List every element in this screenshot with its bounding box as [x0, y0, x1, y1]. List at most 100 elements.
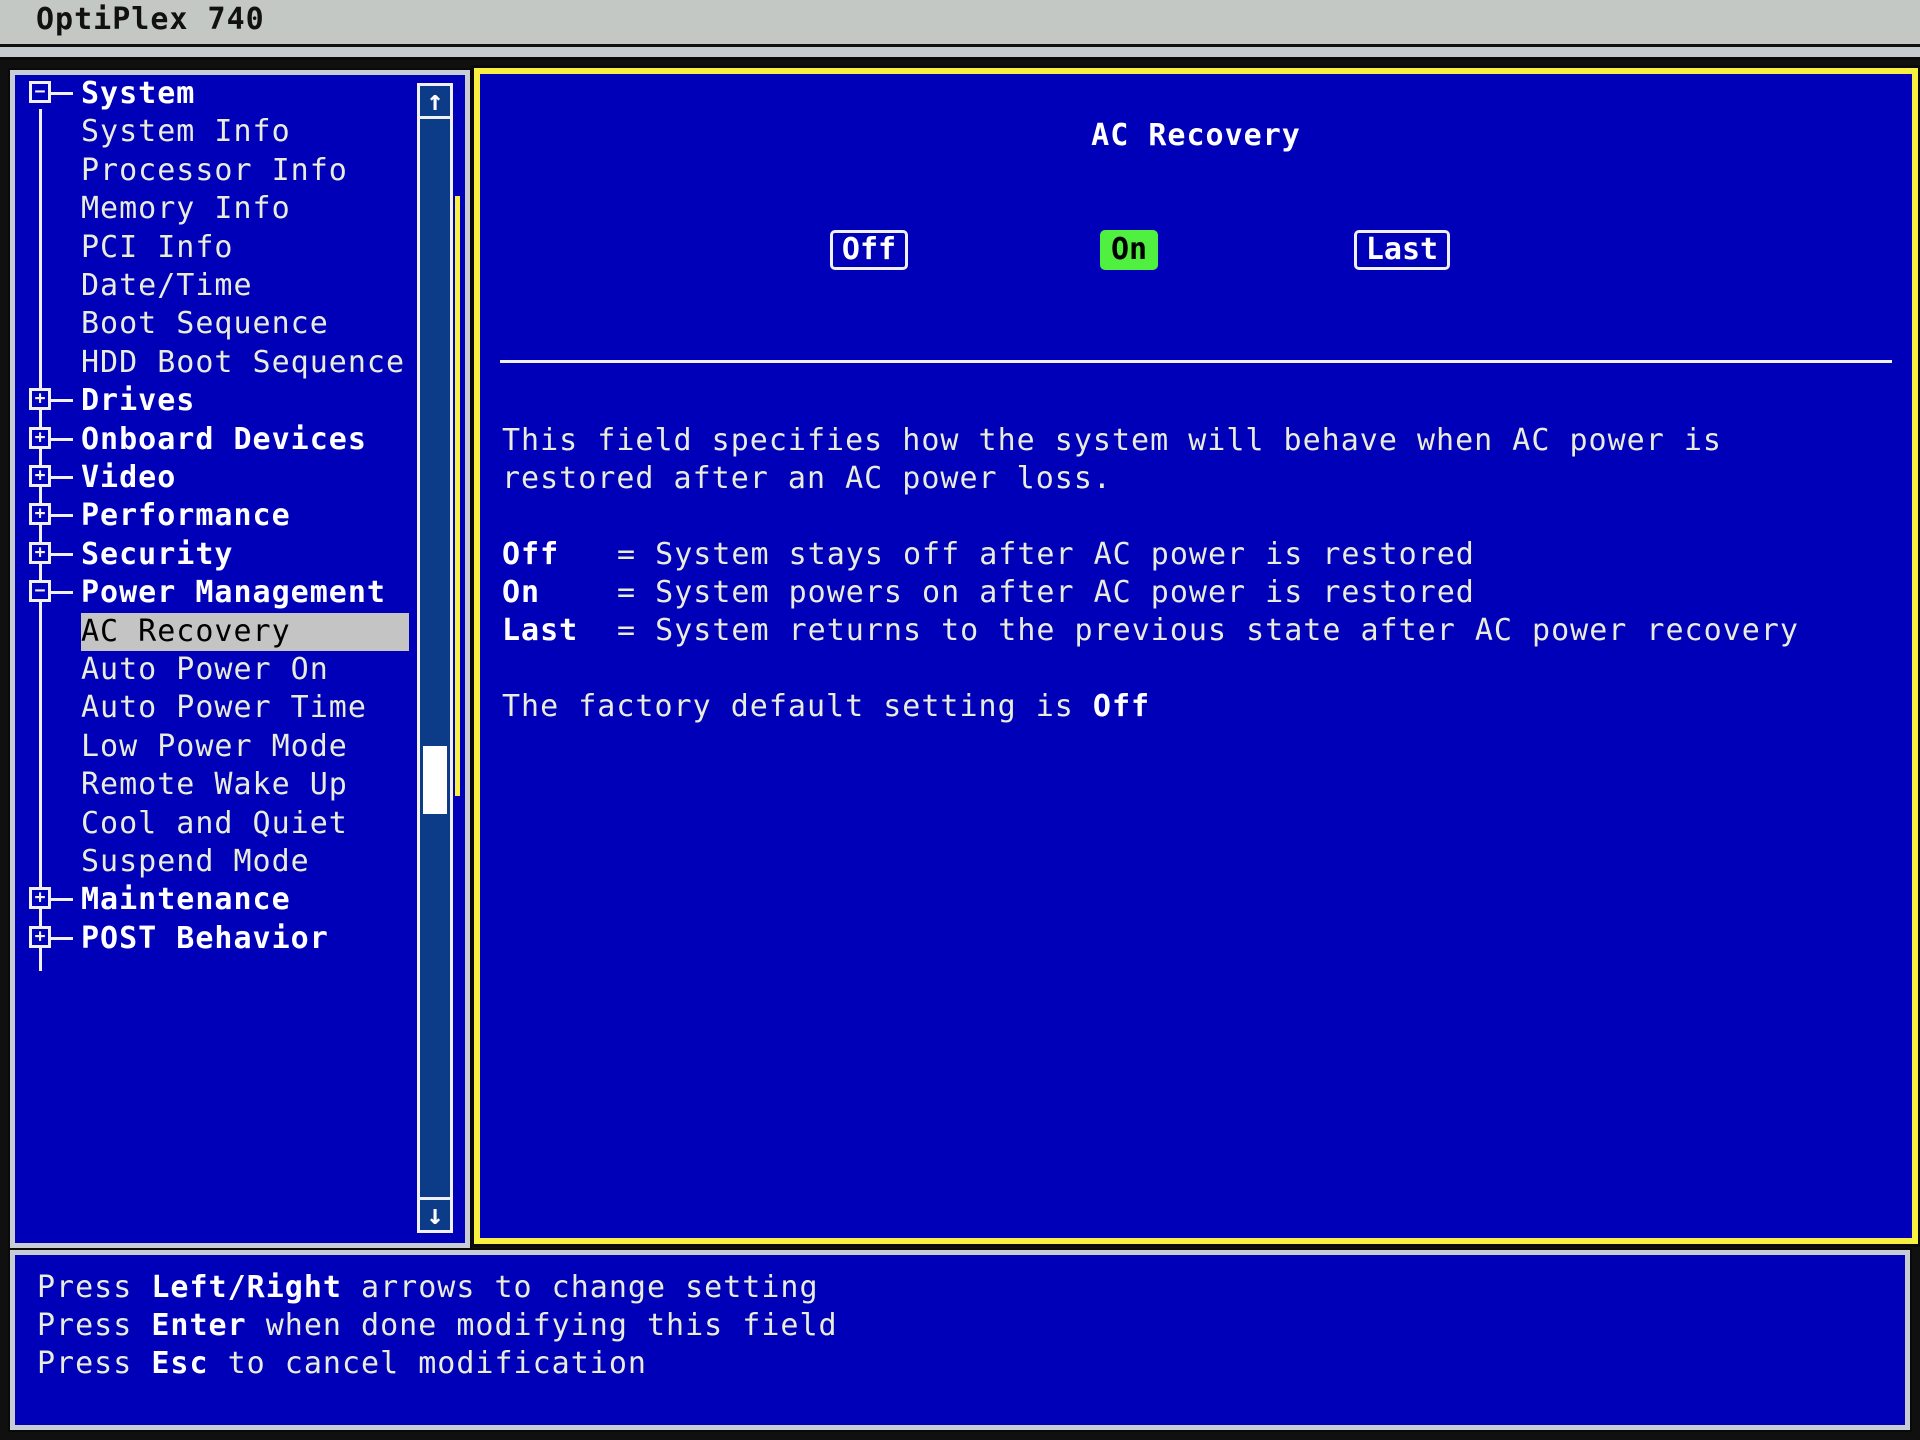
- tree-item[interactable]: Low Power Mode: [15, 728, 415, 766]
- tree-item-label: HDD Boot Sequence: [81, 344, 406, 380]
- tree-item[interactable]: Remote Wake Up: [15, 766, 415, 804]
- panel-border-highlight: [455, 196, 460, 796]
- key-hints-panel: Press Left/Right arrows to change settin…: [10, 1250, 1910, 1430]
- hint-prefix: Press: [37, 1308, 152, 1343]
- tree-item-label: Auto Power Time: [81, 690, 367, 726]
- tree-item-label: Drives: [81, 383, 196, 419]
- expand-icon[interactable]: +: [29, 541, 51, 564]
- tree-category[interactable]: + POST Behavior: [15, 920, 415, 958]
- tree-item-label: AC Recovery: [81, 612, 409, 651]
- hint-line: Press Left/Right arrows to change settin…: [37, 1269, 819, 1307]
- tree-branch-line: [51, 92, 73, 95]
- definition-text: = System powers on after AC power is res…: [598, 575, 1475, 610]
- tree-item-label: System Info: [81, 114, 291, 150]
- tree-item-label: Processor Info: [81, 152, 348, 188]
- tree-item-label: Date/Time: [81, 268, 253, 303]
- tree-scrollbar[interactable]: ↑ ↓: [417, 83, 453, 1233]
- definition-text: = System stays off after AC power is res…: [598, 537, 1475, 572]
- tree-item-label: Power Management: [81, 575, 386, 611]
- tree-item[interactable]: Date/Time: [15, 267, 415, 305]
- settings-tree: − System System Info Processor Info Memory I…: [15, 75, 415, 1243]
- tree-item[interactable]: AC Recovery: [15, 612, 415, 651]
- tree-item-label: System: [81, 76, 196, 111]
- tree-branch-line: [51, 437, 73, 441]
- section-divider: [500, 360, 1892, 363]
- tree-category[interactable]: + Performance: [15, 497, 415, 535]
- option-off-button[interactable]: Off: [830, 230, 908, 270]
- expand-icon[interactable]: +: [29, 426, 51, 449]
- scroll-down-arrow-icon[interactable]: ↓: [420, 1197, 450, 1230]
- definition-last: Last = System returns to the previous st…: [502, 612, 1799, 650]
- tree-item[interactable]: Memory Info: [15, 190, 415, 228]
- tree-item-label: Suspend Mode: [81, 844, 310, 879]
- scroll-thumb[interactable]: [423, 746, 447, 814]
- tree-item-label: Performance: [81, 498, 291, 534]
- tree-category[interactable]: − Power Management: [15, 574, 415, 612]
- tree-category[interactable]: + Maintenance: [15, 881, 415, 919]
- collapse-icon[interactable]: −: [29, 81, 51, 103]
- tree-item[interactable]: PCI Info: [15, 229, 415, 267]
- hint-line: Press Enter when done modifying this fie…: [37, 1307, 838, 1345]
- hint-prefix: Press: [37, 1270, 152, 1305]
- tree-item-label: Low Power Mode: [81, 728, 348, 764]
- tree-item-label: POST Behavior: [81, 920, 329, 956]
- tree-item-label: PCI Info: [81, 229, 234, 265]
- tree-item[interactable]: HDD Boot Sequence: [15, 344, 415, 382]
- tree-item[interactable]: Auto Power Time: [15, 689, 415, 727]
- tree-item-label: Auto Power On: [81, 652, 329, 687]
- hint-text: to cancel modification: [208, 1346, 647, 1381]
- tree-item[interactable]: Cool and Quiet: [15, 805, 415, 843]
- collapse-icon[interactable]: −: [29, 580, 51, 603]
- hint-line: Press Esc to cancel modification: [37, 1345, 647, 1383]
- title-strip: [0, 47, 1920, 60]
- definition-off: Off = System stays off after AC power is…: [502, 536, 1475, 574]
- option-on-button[interactable]: On: [1100, 230, 1158, 270]
- definition-text: = System returns to the previous state a…: [598, 613, 1799, 648]
- tree-item[interactable]: Processor Info: [15, 152, 415, 190]
- tree-category[interactable]: + Onboard Devices: [15, 421, 415, 459]
- tree-category[interactable]: − System: [15, 75, 415, 113]
- tree-item[interactable]: Auto Power On: [15, 651, 415, 689]
- expand-icon[interactable]: +: [29, 465, 51, 487]
- expand-icon[interactable]: +: [29, 388, 51, 411]
- tree-item-label: Memory Info: [81, 191, 291, 227]
- expand-icon[interactable]: +: [29, 887, 51, 910]
- tree-branch-line: [51, 399, 73, 403]
- tree-category[interactable]: + Video: [15, 459, 415, 497]
- setting-detail-panel: AC Recovery Off On Last This field speci…: [474, 68, 1918, 1244]
- tree-item-label: Cool and Quiet: [81, 805, 348, 841]
- hint-key: Esc: [151, 1346, 209, 1381]
- expand-icon[interactable]: +: [29, 925, 51, 948]
- hint-prefix: Press: [37, 1346, 152, 1381]
- hint-text: when done modifying this field: [246, 1308, 838, 1343]
- tree-item[interactable]: System Info: [15, 113, 415, 151]
- hint-key: Left/Right: [151, 1270, 342, 1305]
- definition-key: Last: [502, 613, 579, 648]
- default-value: Off: [1092, 689, 1151, 724]
- tree-branch-line: [51, 591, 73, 595]
- expand-icon[interactable]: +: [29, 503, 51, 526]
- description-line: restored after an AC power loss.: [502, 461, 1112, 496]
- factory-default-line: The factory default setting is Off: [502, 688, 1150, 726]
- tree-item[interactable]: Boot Sequence: [15, 305, 415, 343]
- tree-branch-line: [51, 476, 73, 479]
- scroll-up-arrow-icon[interactable]: ↑: [420, 86, 450, 119]
- title-bar: OptiPlex 740: [0, 0, 1920, 47]
- hint-text: arrows to change setting: [342, 1270, 819, 1305]
- hint-key: Enter: [151, 1308, 247, 1343]
- navigation-panel: − System System Info Processor Info Memory I…: [10, 70, 470, 1248]
- tree-item-label: Boot Sequence: [81, 306, 329, 342]
- tree-category[interactable]: + Security: [15, 536, 415, 574]
- definition-key: Off: [502, 537, 560, 572]
- setting-title: AC Recovery: [1091, 118, 1301, 153]
- option-last-button[interactable]: Last: [1354, 230, 1450, 270]
- tree-item-label: Security: [81, 536, 234, 572]
- tree-item[interactable]: Suspend Mode: [15, 843, 415, 881]
- tree-item-label: Onboard Devices: [81, 421, 367, 457]
- tree-branch-line: [51, 514, 73, 518]
- default-prefix: The factory default setting is: [502, 689, 1093, 724]
- tree-category[interactable]: + Drives: [15, 382, 415, 420]
- tree-branch-line: [51, 898, 73, 902]
- definition-on: On = System powers on after AC power is …: [502, 574, 1475, 612]
- window-title: OptiPlex 740: [36, 2, 265, 37]
